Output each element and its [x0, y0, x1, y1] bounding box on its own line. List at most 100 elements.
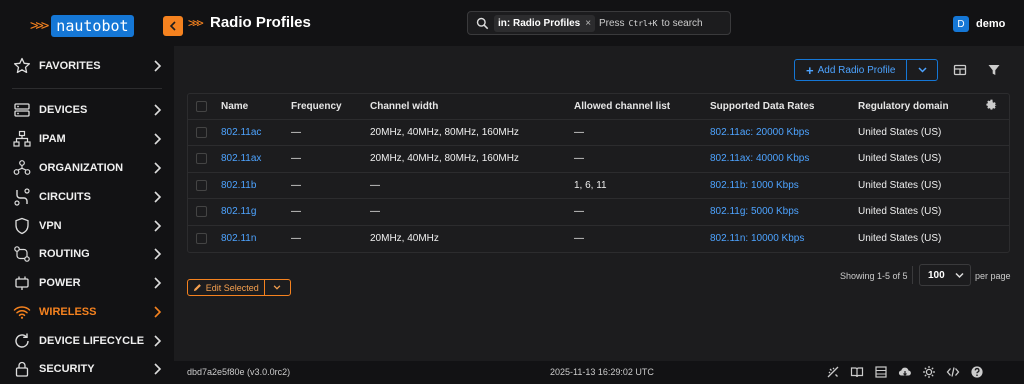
- version-label: dbd7a2e5f80e (v3.0.0rc2): [187, 367, 291, 377]
- search-input[interactable]: in: Radio Profiles × Press Ctrl+K to sea…: [467, 11, 731, 35]
- column-header-regulatory-domain[interactable]: Regulatory domain: [858, 94, 985, 120]
- column-header-channel-width[interactable]: Channel width: [370, 94, 574, 120]
- add-radio-profile-button[interactable]: + Add Radio Profile: [795, 60, 908, 80]
- api-docs-icon[interactable]: [826, 365, 840, 379]
- data-rate-link[interactable]: 802.11g: 5000 Kbps: [710, 206, 799, 217]
- help-icon[interactable]: [970, 365, 984, 379]
- cell-regulatory-domain: United States (US): [858, 233, 942, 244]
- sidebar-item-devices[interactable]: DEVICES: [0, 96, 174, 124]
- radio-profile-link[interactable]: 802.11ac: [221, 127, 261, 138]
- row-checkbox[interactable]: [196, 153, 207, 165]
- table-header-row: Name Frequency Channel width Allowed cha…: [188, 94, 1009, 120]
- user-menu[interactable]: D demo: [953, 16, 1005, 32]
- table-row[interactable]: 802.11ax — 20MHz, 40MHz, 80MHz, 160MHz —…: [188, 145, 1009, 173]
- filter-icon[interactable]: [987, 63, 1001, 77]
- column-header-allowed-channel-list[interactable]: Allowed channel list: [574, 94, 710, 120]
- nautobot-logo[interactable]: >>> nautobot: [30, 14, 134, 38]
- radio-profile-link[interactable]: 802.11b: [221, 180, 256, 191]
- sidebar-item-routing[interactable]: ROUTING: [0, 240, 174, 268]
- sidebar-item-wireless[interactable]: WIRELESS: [0, 298, 174, 326]
- sidebar-item-label: SECURITY: [39, 363, 95, 375]
- code-icon[interactable]: [946, 365, 960, 379]
- cell-frequency: —: [291, 198, 370, 226]
- sidebar-item-vpn[interactable]: VPN: [0, 212, 174, 240]
- circuit-icon: [14, 188, 30, 206]
- cloud-download-icon[interactable]: [898, 365, 912, 379]
- row-checkbox[interactable]: [196, 206, 207, 218]
- cell-frequency: —: [291, 172, 370, 199]
- sidebar-item-label: ORGANIZATION: [39, 162, 124, 174]
- table-config-icon[interactable]: [953, 63, 967, 77]
- logo-arrows: >>>: [30, 18, 49, 34]
- chevron-right-icon: [154, 162, 162, 174]
- shortcut-key: Ctrl+K: [628, 19, 658, 28]
- sidebar-item-organization[interactable]: ORGANIZATION: [0, 154, 174, 182]
- select-all-checkbox[interactable]: [196, 100, 207, 112]
- edit-dropdown-toggle[interactable]: [265, 280, 291, 295]
- sidebar-divider: [12, 88, 162, 89]
- username: demo: [976, 18, 1006, 30]
- sidebar-item-circuits[interactable]: CIRCUITS: [0, 183, 174, 211]
- column-header-frequency[interactable]: Frequency: [291, 94, 370, 120]
- cell-allowed-channels: —: [574, 119, 710, 146]
- radio-profile-link[interactable]: 802.11n: [221, 233, 256, 244]
- column-header-supported-data-rates[interactable]: Supported Data Rates: [710, 94, 858, 120]
- scope-prefix: in:: [498, 18, 511, 29]
- per-page-select[interactable]: 100: [919, 264, 971, 286]
- close-icon[interactable]: ×: [585, 18, 591, 29]
- sidebar-item-device-lifecycle[interactable]: DEVICE LIFECYCLE: [0, 327, 174, 355]
- table-row[interactable]: 802.11b — — 1, 6, 11 802.11b: 1000 Kbps …: [188, 172, 1009, 199]
- chevron-right-icon: [154, 277, 162, 289]
- sidebar-collapse-button[interactable]: [163, 16, 183, 36]
- search-scope-chip[interactable]: in: Radio Profiles ×: [494, 15, 596, 32]
- chevron-right-icon: [154, 363, 162, 375]
- cell-channel-width: 20MHz, 40MHz, 80MHz, 160MHz: [370, 119, 574, 146]
- data-rate-link[interactable]: 802.11ac: 20000 Kbps: [710, 127, 809, 138]
- data-rate-link[interactable]: 802.11b: 1000 Kbps: [710, 180, 799, 191]
- sidebar-item-ipam[interactable]: IPAM: [0, 125, 174, 153]
- pencil-icon: [193, 284, 201, 292]
- data-rate-link[interactable]: 802.11n: 10000 Kbps: [710, 233, 804, 244]
- shield-icon: [15, 217, 29, 235]
- row-checkbox[interactable]: [196, 179, 207, 191]
- logo-wordmark: nautobot: [51, 15, 134, 37]
- table-row[interactable]: 802.11n — 20MHz, 40MHz — 802.11n: 10000 …: [188, 225, 1009, 252]
- radio-profiles-table: Name Frequency Channel width Allowed cha…: [187, 93, 1010, 253]
- sidebar-item-label: FAVORITES: [39, 60, 101, 72]
- per-page-value: 100: [928, 270, 945, 281]
- row-checkbox[interactable]: [196, 126, 207, 138]
- cell-allowed-channels: —: [574, 233, 584, 244]
- column-header-name[interactable]: Name: [221, 94, 291, 120]
- cell-regulatory-domain: United States (US): [858, 172, 985, 199]
- radio-profile-link[interactable]: 802.11ax: [221, 153, 261, 164]
- sidebar-item-label: POWER: [39, 277, 81, 289]
- sidebar-item-favorites[interactable]: FAVORITES: [0, 52, 174, 80]
- chevron-down-icon: [273, 285, 281, 290]
- table-row[interactable]: 802.11ac — 20MHz, 40MHz, 80MHz, 160MHz —…: [188, 119, 1009, 146]
- server-icon: [14, 103, 30, 117]
- title-arrows: >>>: [188, 16, 204, 30]
- per-page-label: per page: [975, 271, 1011, 281]
- chevron-right-icon: [154, 191, 162, 203]
- row-checkbox[interactable]: [196, 232, 207, 244]
- chevron-right-icon: [154, 220, 162, 232]
- book-icon[interactable]: [850, 365, 864, 379]
- search-hint: Press Ctrl+K to search: [599, 18, 703, 29]
- scope-value: Radio Profiles: [513, 18, 581, 29]
- gear-icon[interactable]: [985, 98, 998, 111]
- database-icon[interactable]: [874, 365, 888, 379]
- lock-icon: [15, 361, 29, 377]
- edit-selected-button[interactable]: Edit Selected: [188, 280, 265, 295]
- add-dropdown-toggle[interactable]: [907, 60, 937, 80]
- radio-profile-link[interactable]: 802.11g: [221, 206, 256, 217]
- data-rate-link[interactable]: 802.11ax: 40000 Kbps: [710, 153, 809, 164]
- cell-allowed-channels: 1, 6, 11: [574, 172, 710, 199]
- sidebar-item-security[interactable]: SECURITY: [0, 355, 174, 383]
- sidebar-item-label: CIRCUITS: [39, 191, 91, 203]
- cell-frequency: —: [291, 233, 301, 244]
- table-row[interactable]: 802.11g — — — 802.11g: 5000 Kbps United …: [188, 198, 1009, 226]
- sidebar-item-power[interactable]: POWER: [0, 269, 174, 297]
- cell-channel-width: —: [370, 172, 574, 199]
- add-radio-profile-button-group: + Add Radio Profile: [794, 59, 938, 81]
- sun-icon[interactable]: [922, 365, 936, 379]
